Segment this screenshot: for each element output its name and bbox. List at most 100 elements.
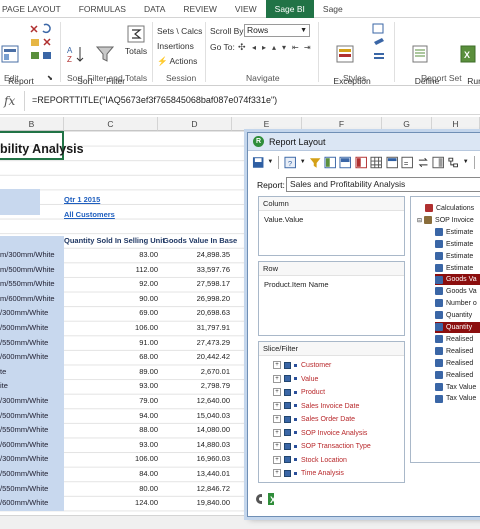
goods-value-cell[interactable]: 12,640.00 [160,394,230,409]
slice-filter-item[interactable]: + Product [273,387,325,398]
column-header-e[interactable]: E [232,117,302,131]
product-name-cell[interactable]: /600mm/White [0,350,64,365]
product-name-cell[interactable]: te [0,364,64,380]
insertions-button[interactable]: Insertions [157,41,194,52]
slice-filter-item[interactable]: + SOP Transaction Type [273,441,371,452]
tree-folder-item[interactable]: Calculations [425,203,480,214]
product-name-cell[interactable]: /500mm/White [0,467,64,482]
chevron-down-icon[interactable]: ▼ [300,159,306,165]
column-item[interactable]: Value.Value [264,215,303,224]
report-select[interactable]: Sales and Profitability Analysis [286,177,480,192]
product-name-cell[interactable]: /600mm/White [0,437,64,453]
tab-review[interactable]: REVIEW [174,0,226,18]
excel-icon[interactable]: X [267,492,275,506]
slice-filter-item[interactable]: + SOP Invoice Analysis [273,428,367,439]
quantity-cell[interactable]: 91.00 [64,336,158,351]
expand-icon[interactable]: + [273,455,281,464]
product-name-cell[interactable]: /550mm/White [0,423,64,438]
expand-icon[interactable]: + [273,415,281,424]
product-name-cell[interactable]: /550mm/White [0,335,64,351]
product-name-cell[interactable]: /300mm/White [0,306,64,321]
tree-measure-item[interactable]: Estimate [435,263,480,274]
expand-icon[interactable]: ⊟ [417,218,422,224]
tree-measure-item[interactable]: Goods Va [435,286,480,297]
swap-icon[interactable] [417,156,429,169]
column-header-b[interactable]: B [0,117,64,131]
quantity-cell[interactable]: 90.00 [64,292,158,307]
quantity-cell[interactable]: 124.00 [64,496,158,511]
product-name-cell[interactable]: /500mm/White [0,408,64,424]
style-tools-icons[interactable] [371,22,387,70]
quantity-cell[interactable]: 79.00 [64,394,158,409]
scroll-by-select[interactable]: Rows ▼ [244,24,310,37]
product-name-cell[interactable]: /550mm/White [0,481,64,497]
quantity-cell[interactable]: 69.00 [64,306,158,321]
expand-icon[interactable]: + [273,374,281,383]
layout-icon[interactable] [432,156,444,169]
goods-value-cell[interactable]: 16,960.03 [160,452,230,467]
column-header-c[interactable]: C [64,117,158,131]
tab-data[interactable]: DATA [135,0,174,18]
column-header-d[interactable]: D [158,117,232,131]
expand-icon[interactable]: + [273,361,281,370]
edit-tools-icons[interactable] [28,22,58,66]
quantity-cell[interactable]: 93.00 [64,438,158,453]
tree-measure-item[interactable]: Tax Value [435,393,480,404]
hierarchy-icon[interactable] [447,156,459,169]
slice-filter-item[interactable]: + Sales Order Date [273,414,355,425]
tree-measure-item[interactable]: Estimate [435,239,480,250]
quantity-cell[interactable]: 84.00 [64,467,158,482]
product-name-cell[interactable]: m/600mm/White [0,291,64,307]
product-name-cell[interactable]: ite [0,379,64,394]
calculation-icon[interactable]: = [401,156,414,169]
tree-measure-item[interactable]: Realised [435,370,480,381]
field-tree-panel[interactable]: Calculations ⊟ SOP Invoice Estimate Estimate… [410,196,480,463]
tree-measure-item[interactable]: Quantity [435,310,480,321]
quantity-cell[interactable]: 89.00 [64,365,158,380]
slice-filter-item[interactable]: + Sales Invoice Date [273,401,359,412]
tab-view[interactable]: VIEW [226,0,266,18]
goods-value-cell[interactable]: 20,698.63 [160,306,230,321]
rows-icon[interactable] [355,156,367,169]
slice-filter-item[interactable]: + Time Analysis [273,468,344,479]
tree-measure-item[interactable]: Realised [435,346,480,357]
quantity-cell[interactable]: 106.00 [64,452,158,467]
goods-value-cell[interactable]: 27,598.17 [160,277,230,292]
goods-value-cell[interactable]: 33,597.76 [160,263,230,278]
slice-filter-panel[interactable]: Slice/Filter + Customer + Value + Product + Sal… [258,341,405,483]
quantity-cell[interactable]: 112.00 [64,263,158,278]
goods-value-cell[interactable]: 2,798.79 [160,379,230,394]
navigation-arrows-icons[interactable]: ✣ ◂ ▸ ▴ ▾ ⇤ ⇥ [238,40,318,52]
chevron-down-icon[interactable]: ▼ [463,159,469,165]
slice-filter-item[interactable]: + Value [273,374,318,385]
slice-filter-item[interactable]: + Customer [273,360,331,371]
column-panel[interactable]: Column Value.Value [258,196,405,256]
product-name-cell[interactable]: /300mm/White [0,394,64,409]
product-name-cell[interactable]: /600mm/White [0,496,64,511]
totals-button[interactable]: Totals [121,24,151,56]
tree-measure-item[interactable]: Estimate [435,227,480,238]
quantity-cell[interactable]: 83.00 [64,248,158,263]
quantity-cell[interactable]: 94.00 [64,409,158,424]
fx-icon[interactable]: fx [4,94,15,108]
tab-page-layout[interactable]: PAGE LAYOUT [0,0,70,18]
tree-folder-item[interactable]: ⊟ SOP Invoice [417,215,480,226]
goods-value-cell[interactable]: 31,797.91 [160,321,230,336]
goods-value-cell[interactable]: 27,473.29 [160,336,230,351]
expand-icon[interactable]: + [273,388,281,397]
goods-value-cell[interactable]: 14,080.00 [160,423,230,438]
goods-value-cell[interactable]: 14,880.03 [160,438,230,453]
help-icon[interactable]: ? [284,156,297,169]
product-name-cell[interactable]: m/550mm/White [0,277,64,292]
goods-value-cell[interactable]: 24,898.35 [160,248,230,263]
customers-link[interactable]: All Customers [64,210,115,219]
goods-value-cell[interactable]: 2,670.01 [160,365,230,380]
goods-value-cell[interactable]: 15,040.03 [160,409,230,424]
settings-icon[interactable] [254,492,262,506]
tab-sage[interactable]: Sage [314,0,352,18]
quantity-cell[interactable]: 68.00 [64,350,158,365]
goods-value-cell[interactable]: 13,440.01 [160,467,230,482]
tree-measure-item[interactable]: Estimate [435,251,480,262]
filter-icon[interactable] [309,156,321,169]
dialog-launcher-icon[interactable]: ⬊ [47,73,53,84]
